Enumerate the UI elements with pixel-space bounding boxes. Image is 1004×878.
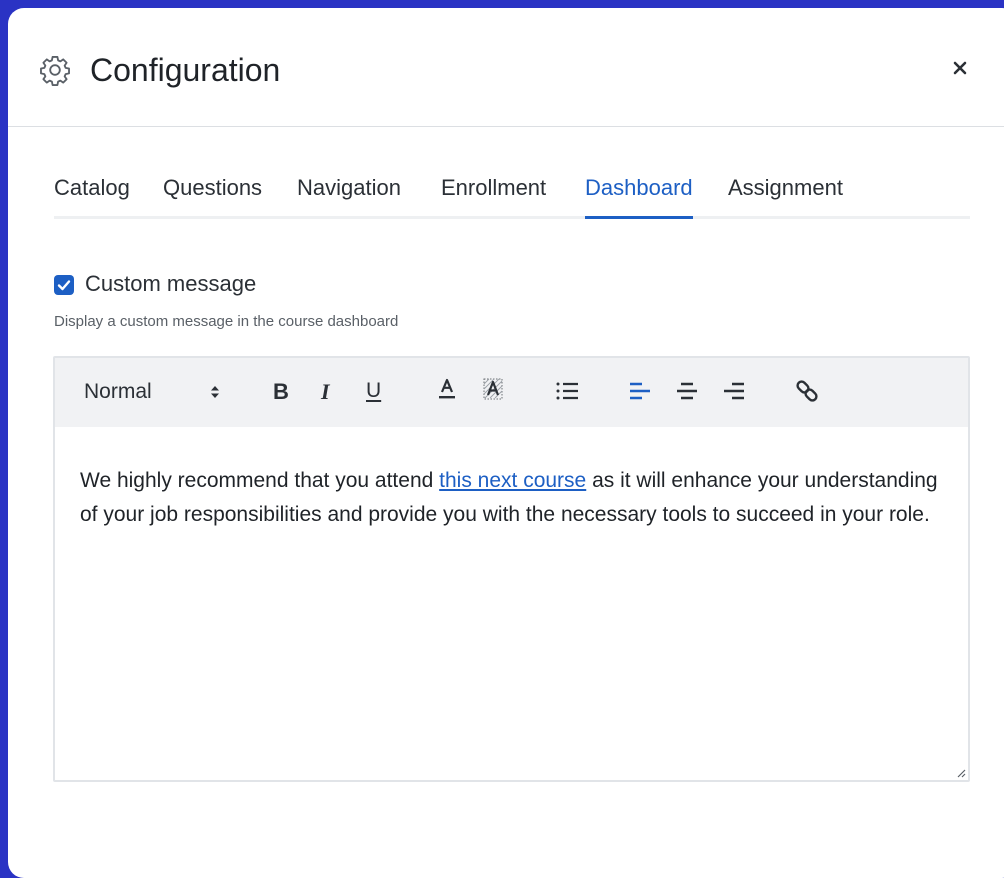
gear-icon: [38, 53, 72, 87]
align-left-icon[interactable]: [628, 378, 654, 404]
course-link[interactable]: this next course: [439, 469, 586, 492]
format-select[interactable]: Normal: [84, 379, 152, 405]
checkmark-icon: [54, 280, 74, 299]
tab-assignment[interactable]: Assignment: [728, 174, 843, 216]
tab-questions[interactable]: Questions: [163, 174, 262, 216]
align-right-icon[interactable]: [720, 378, 746, 404]
italic-button[interactable]: I: [321, 380, 330, 404]
dialog-header: Configuration: [8, 8, 1004, 127]
configuration-dialog: Configuration Catalog Questions Navigati…: [8, 8, 1004, 878]
custom-message-helper: Display a custom message in the course d…: [54, 313, 399, 330]
content-text-before: We highly recommend that you attend: [80, 469, 440, 492]
link-icon[interactable]: [794, 378, 820, 404]
close-icon: [946, 61, 974, 85]
tab-dashboard[interactable]: Dashboard: [585, 174, 693, 219]
tab-catalog[interactable]: Catalog: [54, 174, 130, 216]
custom-message-checkbox[interactable]: [54, 275, 74, 295]
bold-button[interactable]: B: [273, 380, 289, 404]
bullet-list-icon[interactable]: [554, 378, 580, 404]
dialog-title: Configuration: [90, 52, 281, 88]
resize-handle-icon[interactable]: [952, 764, 966, 778]
custom-message-label[interactable]: Custom message: [85, 270, 256, 298]
editor-toolbar: Normal B I U: [55, 358, 968, 427]
highlight-color-icon[interactable]: [480, 376, 506, 402]
editor-content[interactable]: We highly recommend that you attend this…: [80, 464, 950, 532]
align-center-icon[interactable]: [674, 378, 700, 404]
tab-navigation[interactable]: Navigation: [297, 174, 401, 216]
config-tabs: Catalog Questions Navigation Enrollment …: [54, 174, 970, 219]
close-button[interactable]: [946, 54, 974, 82]
rich-text-editor: Normal B I U We highly recommend that yo…: [53, 356, 970, 782]
tab-enrollment[interactable]: Enrollment: [441, 174, 546, 216]
font-color-icon[interactable]: [434, 376, 460, 402]
underline-button[interactable]: U: [366, 379, 381, 403]
up-down-arrows-icon[interactable]: [210, 384, 220, 400]
